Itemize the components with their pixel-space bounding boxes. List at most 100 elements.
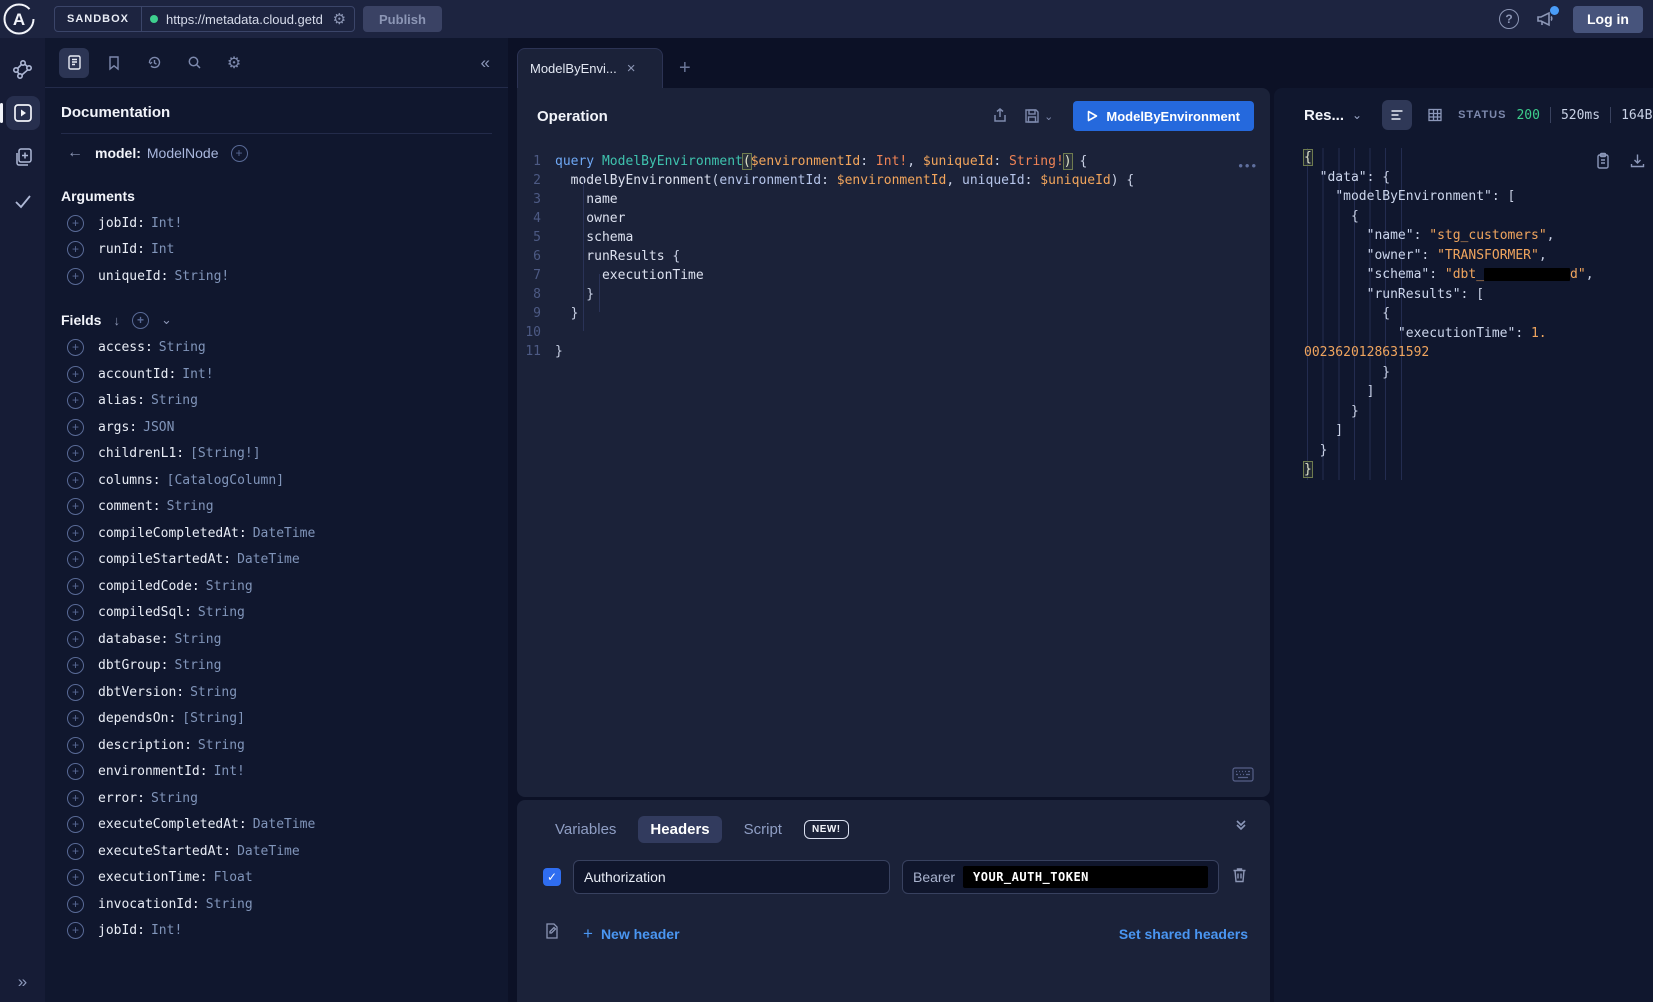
add-to-query-icon[interactable]: +: [67, 339, 84, 356]
add-to-query-icon[interactable]: +: [67, 684, 84, 701]
add-to-query-icon[interactable]: +: [67, 241, 84, 258]
header-value-input[interactable]: Bearer YOUR_AUTH_TOKEN: [902, 860, 1219, 894]
field-type[interactable]: [CatalogColumn]: [167, 473, 284, 488]
keyboard-shortcuts-icon[interactable]: [1232, 767, 1254, 787]
field-type[interactable]: String!: [174, 269, 229, 284]
tab-headers[interactable]: Headers: [638, 816, 721, 843]
field-name[interactable]: executeCompletedAt:: [98, 817, 247, 832]
code-line[interactable]: 11}: [517, 342, 1270, 361]
field-type[interactable]: String: [174, 658, 221, 673]
add-to-query-icon[interactable]: +: [67, 737, 84, 754]
add-to-query-icon[interactable]: +: [67, 816, 84, 833]
new-header-button[interactable]: + New header: [583, 924, 680, 944]
add-to-query-icon[interactable]: +: [67, 551, 84, 568]
field-name[interactable]: description:: [98, 738, 192, 753]
publish-button[interactable]: Publish: [363, 6, 442, 32]
field-name[interactable]: compiledSql:: [98, 605, 192, 620]
code-line[interactable]: 2 modelByEnvironment(environmentId: $env…: [517, 171, 1270, 190]
field-type[interactable]: DateTime: [253, 817, 316, 832]
field-type[interactable]: String: [151, 791, 198, 806]
add-to-query-icon[interactable]: +: [67, 869, 84, 886]
field-type[interactable]: Int!: [214, 764, 245, 779]
code-line[interactable]: 10: [517, 323, 1270, 342]
field-name[interactable]: invocationId:: [98, 897, 200, 912]
add-to-query-icon[interactable]: +: [67, 578, 84, 595]
header-key-input[interactable]: Authorization: [573, 860, 890, 894]
field-name[interactable]: database:: [98, 632, 168, 647]
field-type[interactable]: Int: [151, 242, 174, 257]
add-to-query-icon[interactable]: +: [67, 419, 84, 436]
code-line[interactable]: 7 executionTime: [517, 266, 1270, 285]
field-name[interactable]: childrenL1:: [98, 446, 184, 461]
field-name[interactable]: columns:: [98, 473, 161, 488]
login-button[interactable]: Log in: [1573, 6, 1643, 33]
documentation-tab-icon[interactable]: [59, 48, 89, 78]
new-tab-icon[interactable]: +: [679, 57, 691, 88]
field-name[interactable]: dbtVersion:: [98, 685, 184, 700]
field-type[interactable]: String: [151, 393, 198, 408]
endpoint-url-input[interactable]: https://metadata.cloud.getd ⚙: [142, 7, 354, 31]
add-to-query-icon[interactable]: +: [67, 790, 84, 807]
help-icon[interactable]: ?: [1499, 9, 1519, 29]
field-type[interactable]: String: [206, 579, 253, 594]
add-to-query-icon[interactable]: +: [67, 392, 84, 409]
add-to-query-icon[interactable]: +: [67, 631, 84, 648]
field-name[interactable]: executionTime:: [98, 870, 208, 885]
search-icon[interactable]: [179, 48, 209, 78]
announcements-icon[interactable]: [1535, 8, 1557, 30]
code-line[interactable]: 5 schema: [517, 228, 1270, 247]
field-name[interactable]: environmentId:: [98, 764, 208, 779]
operation-collections-icon[interactable]: [6, 140, 40, 174]
field-name[interactable]: dependsOn:: [98, 711, 176, 726]
sort-fields-icon[interactable]: ↓: [113, 313, 120, 328]
field-name[interactable]: args:: [98, 420, 137, 435]
doc-settings-icon[interactable]: ⚙: [219, 48, 249, 78]
field-name[interactable]: access:: [98, 340, 153, 355]
field-type[interactable]: String: [159, 340, 206, 355]
set-shared-headers-button[interactable]: Set shared headers: [1119, 926, 1248, 942]
field-name[interactable]: error:: [98, 791, 145, 806]
field-type[interactable]: DateTime: [253, 526, 316, 541]
field-type[interactable]: [String!]: [190, 446, 260, 461]
response-title[interactable]: Res...: [1304, 107, 1344, 124]
add-to-query-icon[interactable]: +: [67, 763, 84, 780]
code-line[interactable]: 3 name: [517, 190, 1270, 209]
schema-graph-icon[interactable]: [6, 52, 40, 86]
field-name[interactable]: compileCompletedAt:: [98, 526, 247, 541]
add-to-query-icon[interactable]: +: [67, 498, 84, 515]
apollo-logo-icon[interactable]: A: [2, 2, 36, 36]
add-all-fields-icon[interactable]: +: [132, 312, 149, 329]
field-name[interactable]: compiledCode:: [98, 579, 200, 594]
field-name[interactable]: comment:: [98, 499, 161, 514]
tab-script[interactable]: Script: [732, 816, 794, 843]
field-type[interactable]: String: [190, 685, 237, 700]
field-type[interactable]: Int!: [182, 367, 213, 382]
add-to-query-icon[interactable]: +: [67, 922, 84, 939]
breadcrumb-type-link[interactable]: ModelNode: [147, 145, 219, 161]
endpoint-settings-icon[interactable]: ⚙: [333, 12, 346, 27]
operation-menu-icon[interactable]: •••: [1238, 158, 1258, 173]
add-to-query-icon[interactable]: +: [67, 215, 84, 232]
add-to-query-icon[interactable]: +: [67, 710, 84, 727]
field-type[interactable]: [String]: [182, 711, 245, 726]
edit-raw-headers-icon[interactable]: [543, 922, 561, 945]
save-operation-icon[interactable]: ⌄: [1023, 107, 1053, 125]
code-line[interactable]: 8 }: [517, 285, 1270, 304]
history-icon[interactable]: [139, 48, 169, 78]
collapse-doc-panel-icon[interactable]: «: [481, 53, 494, 73]
add-to-query-icon[interactable]: +: [67, 525, 84, 542]
collapse-settings-panel-icon[interactable]: [1234, 818, 1248, 837]
field-name[interactable]: accountId:: [98, 367, 176, 382]
code-line[interactable]: 4 owner: [517, 209, 1270, 228]
add-to-query-icon[interactable]: +: [67, 604, 84, 621]
share-operation-icon[interactable]: [991, 107, 1009, 125]
raw-view-toggle-icon[interactable]: [1382, 100, 1412, 130]
add-to-query-icon[interactable]: +: [67, 366, 84, 383]
field-name[interactable]: uniqueId:: [98, 269, 168, 284]
field-type[interactable]: String: [198, 605, 245, 620]
field-name[interactable]: compileStartedAt:: [98, 552, 231, 567]
field-type[interactable]: String: [167, 499, 214, 514]
run-operation-button[interactable]: ModelByEnvironment: [1073, 101, 1254, 131]
table-view-toggle-icon[interactable]: [1420, 100, 1450, 130]
save-options-chevron-icon[interactable]: ⌄: [1044, 110, 1053, 123]
